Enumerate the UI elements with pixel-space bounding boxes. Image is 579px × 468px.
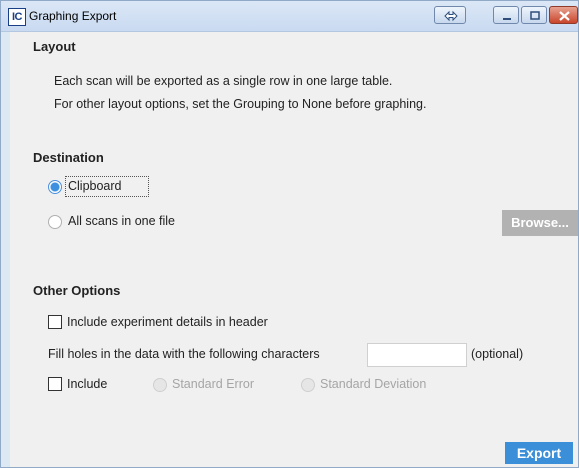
clipboard-radio[interactable] bbox=[48, 180, 62, 194]
all-scans-one-file-label[interactable]: All scans in one file bbox=[68, 214, 175, 228]
app-icon: IC bbox=[8, 8, 26, 26]
double-arrow-icon bbox=[444, 10, 458, 22]
layout-heading: Layout bbox=[33, 39, 76, 54]
other-options-heading: Other Options bbox=[33, 283, 121, 298]
all-scans-one-file-radio[interactable] bbox=[48, 215, 62, 229]
export-button[interactable]: Export bbox=[505, 442, 573, 464]
minimize-button[interactable] bbox=[493, 6, 519, 24]
swap-screen-button[interactable] bbox=[434, 6, 466, 24]
fill-holes-label: Fill holes in the data with the followin… bbox=[48, 347, 320, 361]
maximize-icon bbox=[530, 11, 540, 20]
destination-heading: Destination bbox=[33, 150, 104, 165]
browse-button[interactable]: Browse... bbox=[502, 210, 578, 236]
maximize-button[interactable] bbox=[521, 6, 547, 24]
close-button[interactable] bbox=[549, 6, 578, 24]
title-bar[interactable]: IC Graphing Export bbox=[1, 1, 578, 32]
standard-error-radio[interactable] bbox=[153, 378, 167, 392]
standard-error-label[interactable]: Standard Error bbox=[172, 377, 254, 391]
minimize-icon bbox=[503, 18, 511, 20]
include-details-checkbox[interactable] bbox=[48, 315, 62, 329]
clipboard-label[interactable]: Clipboard bbox=[68, 179, 122, 193]
include-details-label[interactable]: Include experiment details in header bbox=[67, 315, 268, 329]
layout-description-line1: Each scan will be exported as a single r… bbox=[54, 74, 393, 88]
window-left-border bbox=[1, 32, 10, 467]
dialog-content: Layout Each scan will be exported as a s… bbox=[10, 32, 578, 467]
layout-description-line2: For other layout options, set the Groupi… bbox=[54, 97, 427, 111]
include-label[interactable]: Include bbox=[67, 377, 107, 391]
include-checkbox[interactable] bbox=[48, 377, 62, 391]
graphing-export-window: IC Graphing Export Layout Each scan will… bbox=[0, 0, 579, 468]
window-title: Graphing Export bbox=[29, 9, 117, 23]
fill-holes-input[interactable] bbox=[367, 343, 467, 367]
optional-label: (optional) bbox=[471, 347, 524, 361]
standard-deviation-label[interactable]: Standard Deviation bbox=[320, 377, 426, 391]
close-icon bbox=[559, 11, 570, 21]
standard-deviation-radio[interactable] bbox=[301, 378, 315, 392]
